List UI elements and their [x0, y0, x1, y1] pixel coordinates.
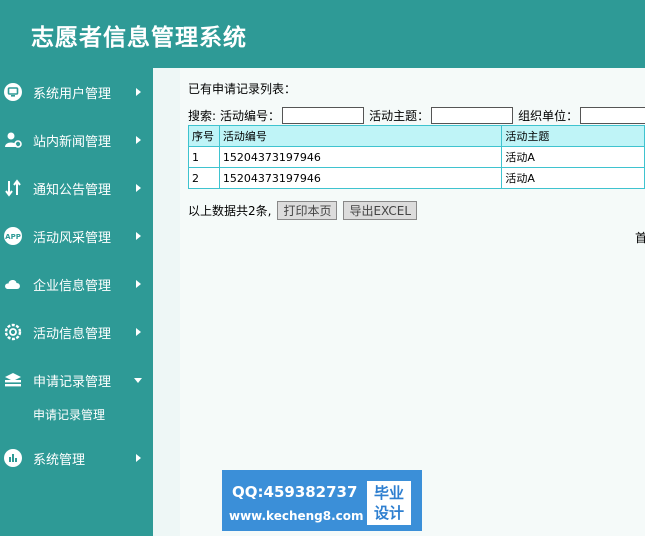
export-excel-button[interactable]: 导出EXCEL — [343, 201, 418, 220]
sidebar-item-system[interactable]: 系统管理 — [0, 446, 153, 470]
transfer-icon — [4, 179, 22, 197]
search-bar: 搜索: 活动编号： 活动主题： 组织单位： — [188, 107, 645, 124]
organization-input[interactable] — [580, 107, 645, 124]
stack-icon — [4, 371, 22, 389]
print-button[interactable]: 打印本页 — [277, 201, 338, 220]
pager-first-link[interactable]: 首 — [635, 229, 645, 246]
cell-activity-number: 15204373197946 — [218, 146, 503, 168]
chevron-right-icon — [136, 328, 141, 336]
sidebar-item-applications[interactable]: 申请记录管理 — [0, 368, 153, 392]
sidebar-subitem-application-records[interactable]: 申请记录管理 — [33, 406, 105, 423]
chevron-right-icon — [136, 454, 141, 462]
search-label: 搜索: — [188, 109, 217, 123]
banner-badge: 毕业 设计 — [367, 481, 411, 525]
chevron-right-icon — [136, 88, 141, 96]
watermark-banner: QQ:459382737 www.kecheng8.com 毕业 设计 — [222, 470, 422, 531]
column-header-activity-number: 活动编号 — [218, 125, 503, 147]
summary-row: 以上数据共2条, 打印本页 导出EXCEL — [188, 201, 418, 220]
app-icon: APP — [4, 227, 22, 245]
chevron-right-icon — [136, 184, 141, 192]
column-header-index: 序号 — [188, 125, 220, 147]
chevron-right-icon — [136, 232, 141, 240]
sidebar-item-enterprise[interactable]: 企业信息管理 — [0, 272, 153, 296]
sidebar: 系统用户管理 站内新闻管理 通知公告管理 APP 活动风采管理 企业信息管理 活… — [0, 68, 153, 536]
cell-index: 1 — [188, 146, 220, 168]
sidebar-item-label: 活动风采管理 — [33, 230, 112, 246]
sidebar-item-label: 申请记录管理 — [33, 374, 112, 390]
column-header-activity-topic: 活动主题 — [501, 125, 645, 147]
badge-line-1: 毕业 — [373, 484, 404, 502]
record-count-text: 以上数据共2条, — [188, 204, 272, 218]
sidebar-item-label: 企业信息管理 — [33, 278, 112, 294]
svg-text:APP: APP — [5, 233, 21, 241]
table-row: 2 15204373197946 活动A — [188, 167, 645, 189]
records-table: 序号 活动编号 活动主题 1 15204373197946 活动A 2 1520… — [188, 125, 645, 189]
activity-number-label: 活动编号： — [220, 109, 281, 123]
cell-activity-topic: 活动A — [501, 146, 645, 168]
cell-activity-topic: 活动A — [501, 167, 645, 189]
cloud-icon — [4, 275, 22, 293]
app-title: 志愿者信息管理系统 — [31, 25, 247, 51]
banner-site-text: www.kecheng8.com — [229, 509, 364, 523]
list-title: 已有申请记录列表： — [188, 82, 297, 96]
organization-label: 组织单位： — [518, 109, 579, 123]
activity-number-input[interactable] — [282, 107, 365, 124]
monitor-icon — [4, 83, 22, 101]
table-row: 1 15204373197946 活动A — [188, 146, 645, 168]
user-settings-icon — [4, 131, 22, 149]
sidebar-item-label: 活动信息管理 — [33, 326, 112, 342]
sidebar-item-news[interactable]: 站内新闻管理 — [0, 128, 153, 152]
banner-qq-text: QQ:459382737 — [232, 483, 358, 501]
cell-index: 2 — [188, 167, 220, 189]
sidebar-item-label: 系统用户管理 — [33, 86, 112, 102]
gear-icon — [4, 323, 22, 341]
header: 志愿者信息管理系统 — [0, 0, 645, 68]
sidebar-item-activity-info[interactable]: 活动信息管理 — [0, 320, 153, 344]
sidebar-item-label: 系统管理 — [33, 452, 86, 468]
badge-line-2: 设计 — [373, 504, 404, 522]
cell-activity-number: 15204373197946 — [218, 167, 503, 189]
chevron-down-icon — [134, 377, 142, 383]
sidebar-item-activity-gallery[interactable]: APP 活动风采管理 — [0, 224, 153, 248]
sidebar-item-notices[interactable]: 通知公告管理 — [0, 176, 153, 200]
sidebar-item-system-users[interactable]: 系统用户管理 — [0, 80, 153, 104]
activity-topic-input[interactable] — [431, 107, 514, 124]
chevron-right-icon — [136, 280, 141, 288]
sidebar-item-label: 站内新闻管理 — [33, 134, 112, 150]
chevron-right-icon — [136, 136, 141, 144]
sidebar-item-label: 通知公告管理 — [33, 182, 112, 198]
activity-topic-label: 活动主题： — [369, 109, 430, 123]
bar-chart-icon — [4, 449, 22, 467]
table-header-row: 序号 活动编号 活动主题 — [188, 125, 645, 147]
